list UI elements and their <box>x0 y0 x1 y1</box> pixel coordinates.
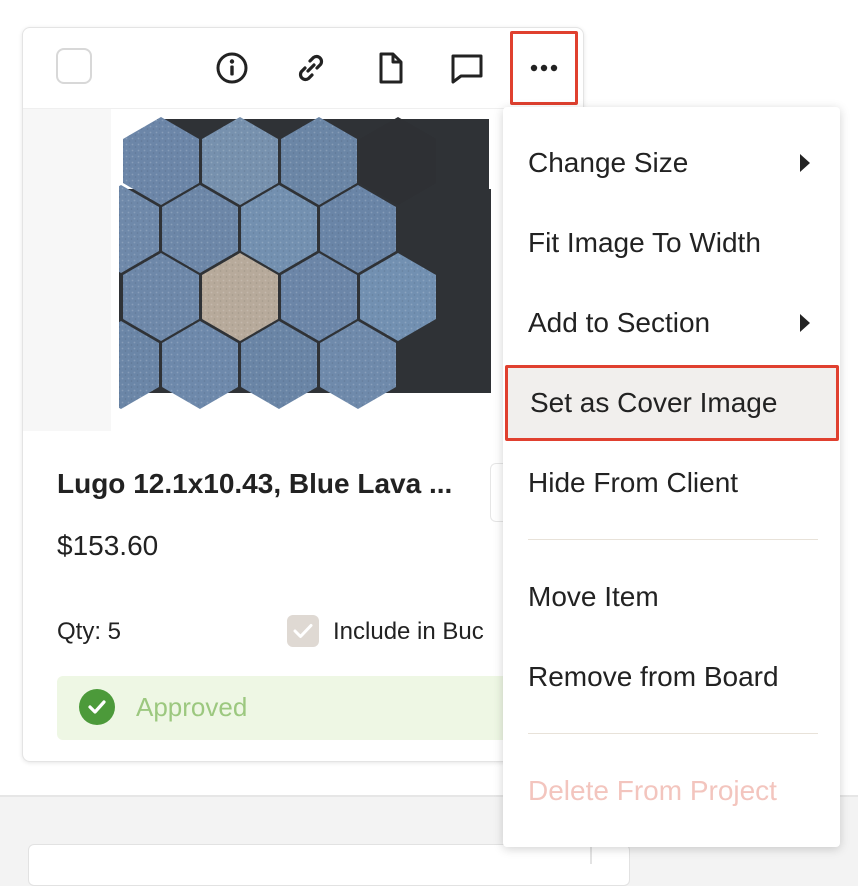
menu-item-change-size[interactable]: Change Size <box>503 131 840 195</box>
menu-item-label: Add to Section <box>528 307 711 338</box>
context-menu: Change Size Fit Image To Width Add to Se… <box>503 107 840 847</box>
chevron-right-icon <box>800 154 810 172</box>
menu-divider <box>528 539 818 540</box>
menu-item-hide-from-client[interactable]: Hide From Client <box>503 451 840 515</box>
status-badge: Approved <box>57 676 577 740</box>
checkmark-icon <box>293 624 313 638</box>
chevron-right-icon <box>800 314 810 332</box>
product-card: Lugo 12.1x10.43, Blue Lava ... $153.60 Q… <box>22 27 584 762</box>
include-in-budget-label: Include in Buc <box>333 618 484 645</box>
quantity-label: Qty: 5 <box>57 618 122 645</box>
menu-item-label: Set as Cover Image <box>530 387 778 418</box>
select-checkbox[interactable] <box>56 48 92 84</box>
document-icon[interactable] <box>373 50 409 86</box>
menu-item-label: Change Size <box>528 147 689 178</box>
product-image-area[interactable] <box>23 109 583 431</box>
check-circle-icon <box>79 689 115 725</box>
menu-item-fit-image-to-width[interactable]: Fit Image To Width <box>503 211 840 275</box>
menu-item-move-item[interactable]: Move Item <box>503 565 840 629</box>
menu-item-label: Move Item <box>528 581 659 612</box>
menu-item-label: Fit Image To Width <box>528 227 761 258</box>
menu-item-add-to-section[interactable]: Add to Section <box>503 291 840 355</box>
comment-icon[interactable] <box>449 50 485 86</box>
card-toolbar <box>23 28 583 109</box>
include-in-budget-checkbox[interactable] <box>287 615 319 647</box>
menu-item-set-as-cover-image[interactable]: Set as Cover Image <box>505 365 839 441</box>
menu-item-label: Remove from Board <box>528 661 779 692</box>
menu-divider <box>528 733 818 734</box>
next-card-top <box>28 844 630 886</box>
product-image <box>83 109 511 431</box>
menu-item-label: Delete From Project <box>528 775 777 806</box>
product-price: $153.60 <box>57 530 159 561</box>
product-title[interactable]: Lugo 12.1x10.43, Blue Lava ... <box>57 468 452 500</box>
menu-item-remove-from-board[interactable]: Remove from Board <box>503 645 840 709</box>
info-icon[interactable] <box>214 50 250 86</box>
status-label: Approved <box>136 692 248 722</box>
more-icon <box>530 64 558 72</box>
link-icon[interactable] <box>293 50 329 86</box>
next-card-divider <box>590 845 592 864</box>
menu-item-delete-from-project: Delete From Project <box>503 759 840 823</box>
more-options-button[interactable] <box>510 31 578 105</box>
menu-item-label: Hide From Client <box>528 467 739 498</box>
